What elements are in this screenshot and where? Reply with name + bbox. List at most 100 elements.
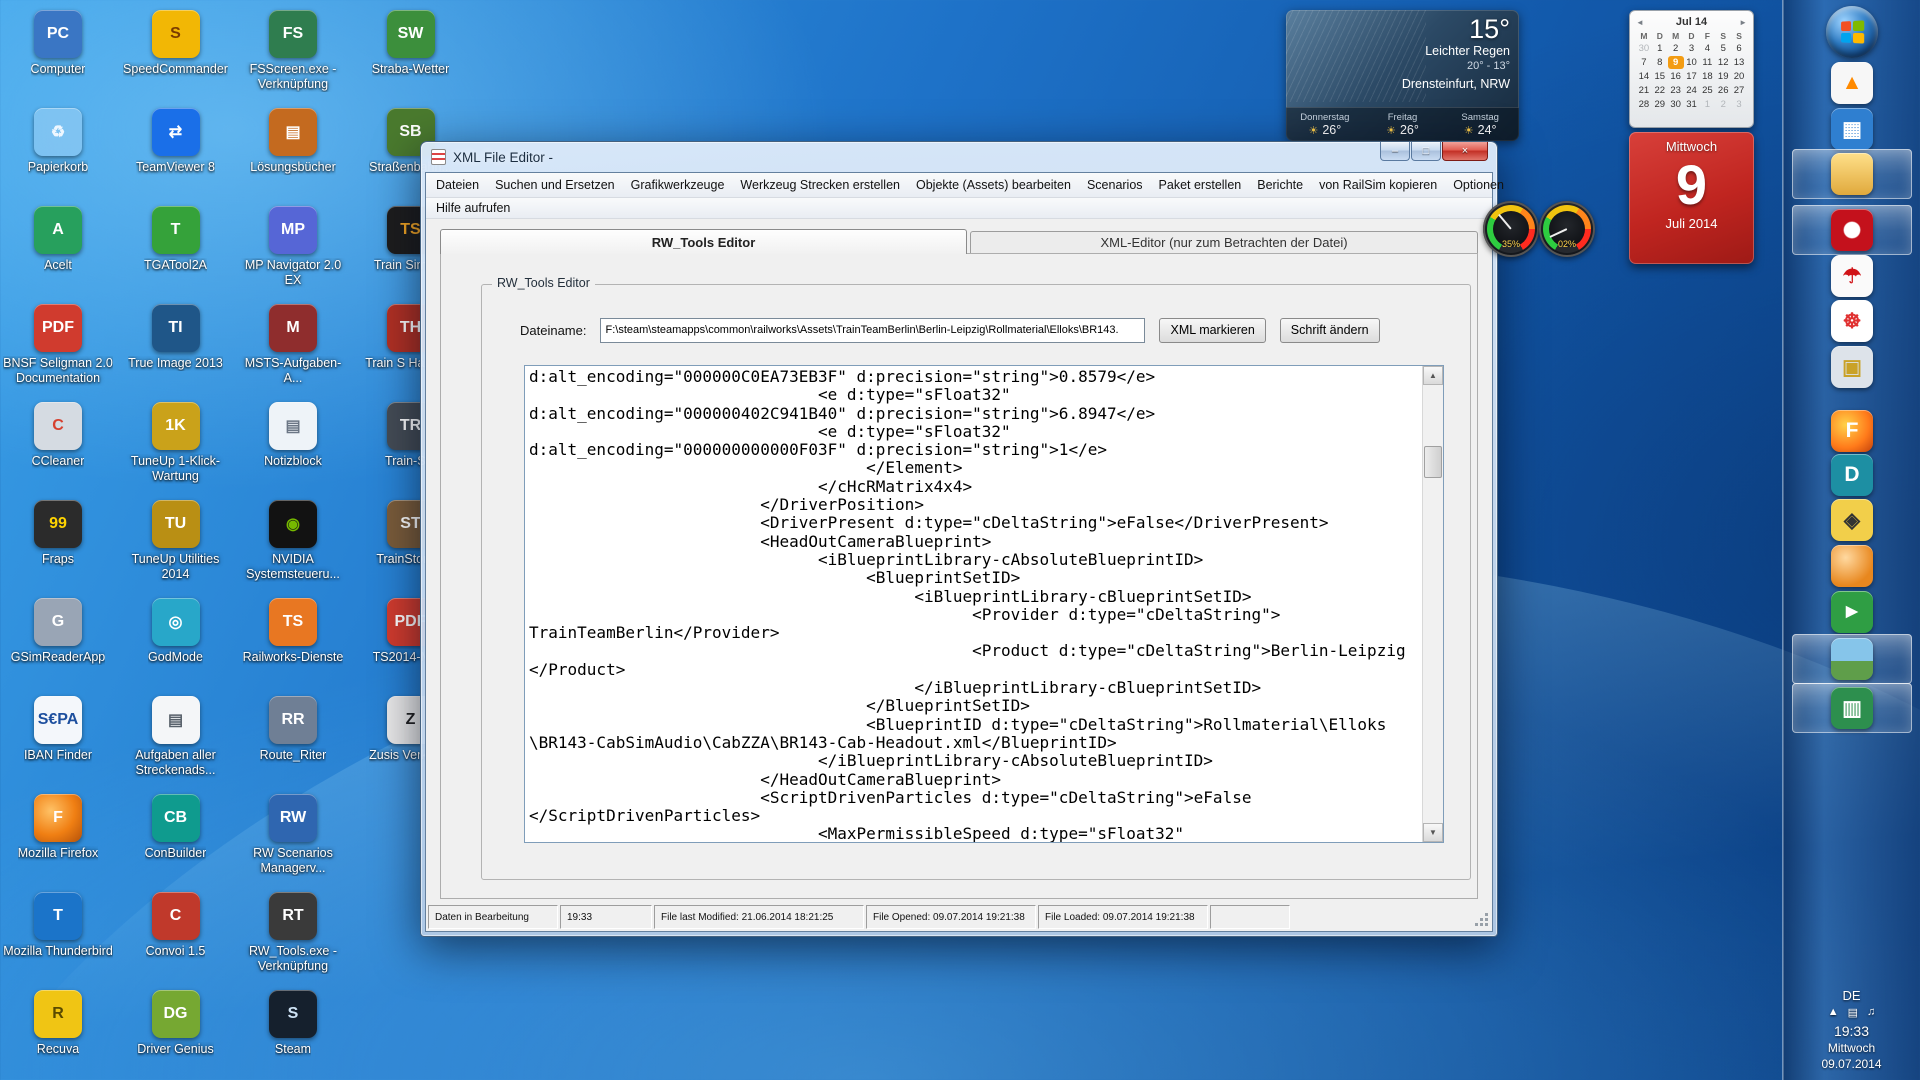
desktop-icon-true-image[interactable]: TI True Image 2013 [120, 304, 232, 371]
calendar-day-page[interactable]: Mittwoch 9 Juli 2014 [1629, 132, 1754, 264]
minimize-button[interactable]: – [1380, 142, 1410, 161]
calendar-day[interactable]: 1 [1652, 42, 1668, 55]
menu-item[interactable]: Hilfe aufrufen [428, 201, 518, 215]
calendar-day[interactable]: 12 [1715, 56, 1731, 69]
desktop-icon-bnsf-doc[interactable]: PDF BNSF Seligman 2.0 Documentation [2, 304, 114, 386]
calendar-day[interactable]: 25 [1699, 84, 1715, 97]
menu-item[interactable]: von RailSim kopieren [1311, 178, 1445, 192]
desktop-icon-conbuilder[interactable]: CB ConBuilder [120, 794, 232, 861]
desktop-icon-fraps[interactable]: 99 Fraps [2, 500, 114, 567]
calendar-day[interactable]: 30 [1668, 98, 1684, 111]
language-indicator[interactable]: DE [1842, 988, 1860, 1003]
xml-editor-area[interactable]: d:alt_encoding="000000C0EA73EB3F" d:prec… [524, 365, 1444, 843]
calendar-prev-icon[interactable]: ◄ [1636, 18, 1644, 27]
calendar-day[interactable]: 3 [1684, 42, 1700, 55]
desktop-icon-computer[interactable]: PC Computer [2, 10, 114, 77]
calendar-day[interactable]: 20 [1731, 70, 1747, 83]
volume-icon[interactable]: ♫ [1867, 1006, 1875, 1019]
calendar-gadget[interactable]: ◄ Jul 14 ► MDMDFSS 301234567891011121314… [1629, 10, 1754, 128]
desktop-icon-route-riter[interactable]: RR Route_Riter [237, 696, 349, 763]
photo-viewer-icon[interactable] [1792, 634, 1912, 684]
desktop-icon-driver-genius[interactable]: DG Driver Genius [120, 990, 232, 1057]
desktop-icon-fsscreen[interactable]: FS FSScreen.exe - Verknüpfung [237, 10, 349, 92]
menu-item[interactable]: Dateien [428, 178, 487, 192]
desktop-icon-tuneup-2014[interactable]: TU TuneUp Utilities 2014 [120, 500, 232, 582]
desktop-icon-mp-navigator[interactable]: MP MP Navigator 2.0 EX [237, 206, 349, 288]
desktop-icon-speedcommander[interactable]: S SpeedCommander [120, 10, 232, 77]
scroll-down-icon[interactable]: ▼ [1423, 823, 1443, 842]
calendar-day[interactable]: 7 [1636, 56, 1652, 69]
calendar-day[interactable]: 4 [1699, 42, 1715, 55]
red-circle-icon[interactable] [1792, 205, 1912, 255]
calendar-day[interactable]: 15 [1652, 70, 1668, 83]
desktop-icon-notizblock[interactable]: ▤ Notizblock [237, 402, 349, 469]
compass-icon[interactable]: ◈ [1792, 495, 1912, 545]
desktop-icon-railworks-dienste[interactable]: TS Railworks-Dienste [237, 598, 349, 665]
calendar-day[interactable]: 16 [1668, 70, 1684, 83]
menu-item[interactable]: Werkzeug Strecken erstellen [732, 178, 908, 192]
green-arrow-icon[interactable]: ► [1792, 587, 1912, 637]
desktop-icon-godmode[interactable]: ◎ GodMode [120, 598, 232, 665]
menu-item[interactable]: Optionen [1445, 178, 1512, 192]
calendar-day[interactable]: 3 [1731, 98, 1747, 111]
desktop-icon-rw-tools[interactable]: RT RW_Tools.exe - Verknüpfung [237, 892, 349, 974]
calendar-day[interactable]: 2 [1668, 42, 1684, 55]
calendar-day[interactable]: 27 [1731, 84, 1747, 97]
desktop-icon-steam[interactable]: S Steam [237, 990, 349, 1057]
blue-monitor-icon[interactable]: ▦ [1792, 104, 1912, 154]
taskbar-clock[interactable]: 19:33 Mittwoch 09.07.2014 [1821, 1022, 1881, 1072]
resize-grip[interactable] [1476, 914, 1489, 927]
menu-item[interactable]: Objekte (Assets) bearbeiten [908, 178, 1079, 192]
calendar-day[interactable]: 26 [1715, 84, 1731, 97]
window-titlebar[interactable]: XML File Editor - – □ × [421, 142, 1497, 172]
desktop-icon-aufgaben[interactable]: ▤ Aufgaben aller Streckenads... [120, 696, 232, 778]
show-hidden-icons-arrow[interactable]: ▲ [1828, 1006, 1839, 1019]
calendar-day[interactable]: 6 [1731, 42, 1747, 55]
desktop-icon-firefox[interactable]: F Mozilla Firefox [2, 794, 114, 861]
calendar-day[interactable]: 22 [1652, 84, 1668, 97]
menu-item[interactable]: Berichte [1249, 178, 1311, 192]
vertical-scrollbar[interactable]: ▲ ▼ [1422, 366, 1443, 842]
menu-item[interactable]: Suchen und Ersetzen [487, 178, 623, 192]
calendar-day[interactable]: 13 [1731, 56, 1747, 69]
tab-rwtools-editor[interactable]: RW_Tools Editor [440, 229, 967, 254]
calendar-day[interactable]: 10 [1684, 56, 1700, 69]
calendar-day[interactable]: 30 [1636, 42, 1652, 55]
calendar-day[interactable]: 11 [1699, 56, 1715, 69]
calendar-day[interactable]: 14 [1636, 70, 1652, 83]
calendar-day[interactable]: 23 [1668, 84, 1684, 97]
desktop-icon-recuva[interactable]: R Recuva [2, 990, 114, 1057]
calendar-day[interactable]: 2 [1715, 98, 1731, 111]
calendar-day[interactable]: 24 [1684, 84, 1700, 97]
xml-content[interactable]: d:alt_encoding="000000C0EA73EB3F" d:prec… [525, 366, 1422, 842]
firefox-icon[interactable]: F [1792, 406, 1912, 456]
explorer-folder-icon[interactable] [1792, 149, 1912, 199]
menu-item[interactable]: Grafikwerkzeuge [623, 178, 733, 192]
change-font-button[interactable]: Schrift ändern [1280, 318, 1380, 343]
desktop-icon-thunderbird[interactable]: T Mozilla Thunderbird [2, 892, 114, 959]
dolphin-icon[interactable]: D [1792, 450, 1912, 500]
calendar-day[interactable]: 21 [1636, 84, 1652, 97]
vlc-cone-icon[interactable]: ▲ [1792, 58, 1912, 108]
display-tray-icon[interactable]: ▤ [1848, 1006, 1858, 1019]
desktop-icon-rw-scenarios[interactable]: RW RW Scenarios Managerv... [237, 794, 349, 876]
desktop-icon-teamviewer[interactable]: ⇄ TeamViewer 8 [120, 108, 232, 175]
xml-mark-button[interactable]: XML markieren [1159, 318, 1265, 343]
desktop-icon-tuneup-1klick[interactable]: 1K TuneUp 1-Klick-Wartung [120, 402, 232, 484]
tab-xml-editor[interactable]: XML-Editor (nur zum Betrachten der Datei… [970, 231, 1478, 254]
calendar-day[interactable]: 1 [1699, 98, 1715, 111]
menu-item[interactable]: Paket erstellen [1151, 178, 1250, 192]
calendar-day[interactable]: 8 [1652, 56, 1668, 69]
calendar-day[interactable]: 5 [1715, 42, 1731, 55]
calendar-day[interactable]: 19 [1715, 70, 1731, 83]
filename-input[interactable] [600, 318, 1145, 343]
calendar-day[interactable]: 29 [1652, 98, 1668, 111]
desktop-icon-straba-wetter[interactable]: SW Straba-Wetter [355, 10, 467, 77]
desktop-icon-ccleaner[interactable]: C CCleaner [2, 402, 114, 469]
calendar-day[interactable]: 28 [1636, 98, 1652, 111]
desktop-icon-tgatool[interactable]: T TGATool2A [120, 206, 232, 273]
desktop-icon-acelt[interactable]: A Acelt [2, 206, 114, 273]
desktop-icon-iban-finder[interactable]: S€PA IBAN Finder [2, 696, 114, 763]
desktop-icon-msts-aufgaben[interactable]: M MSTS-Aufgaben-A... [237, 304, 349, 386]
desktop-icon-loesungsbuecher[interactable]: ▤ Lösungsbücher [237, 108, 349, 175]
